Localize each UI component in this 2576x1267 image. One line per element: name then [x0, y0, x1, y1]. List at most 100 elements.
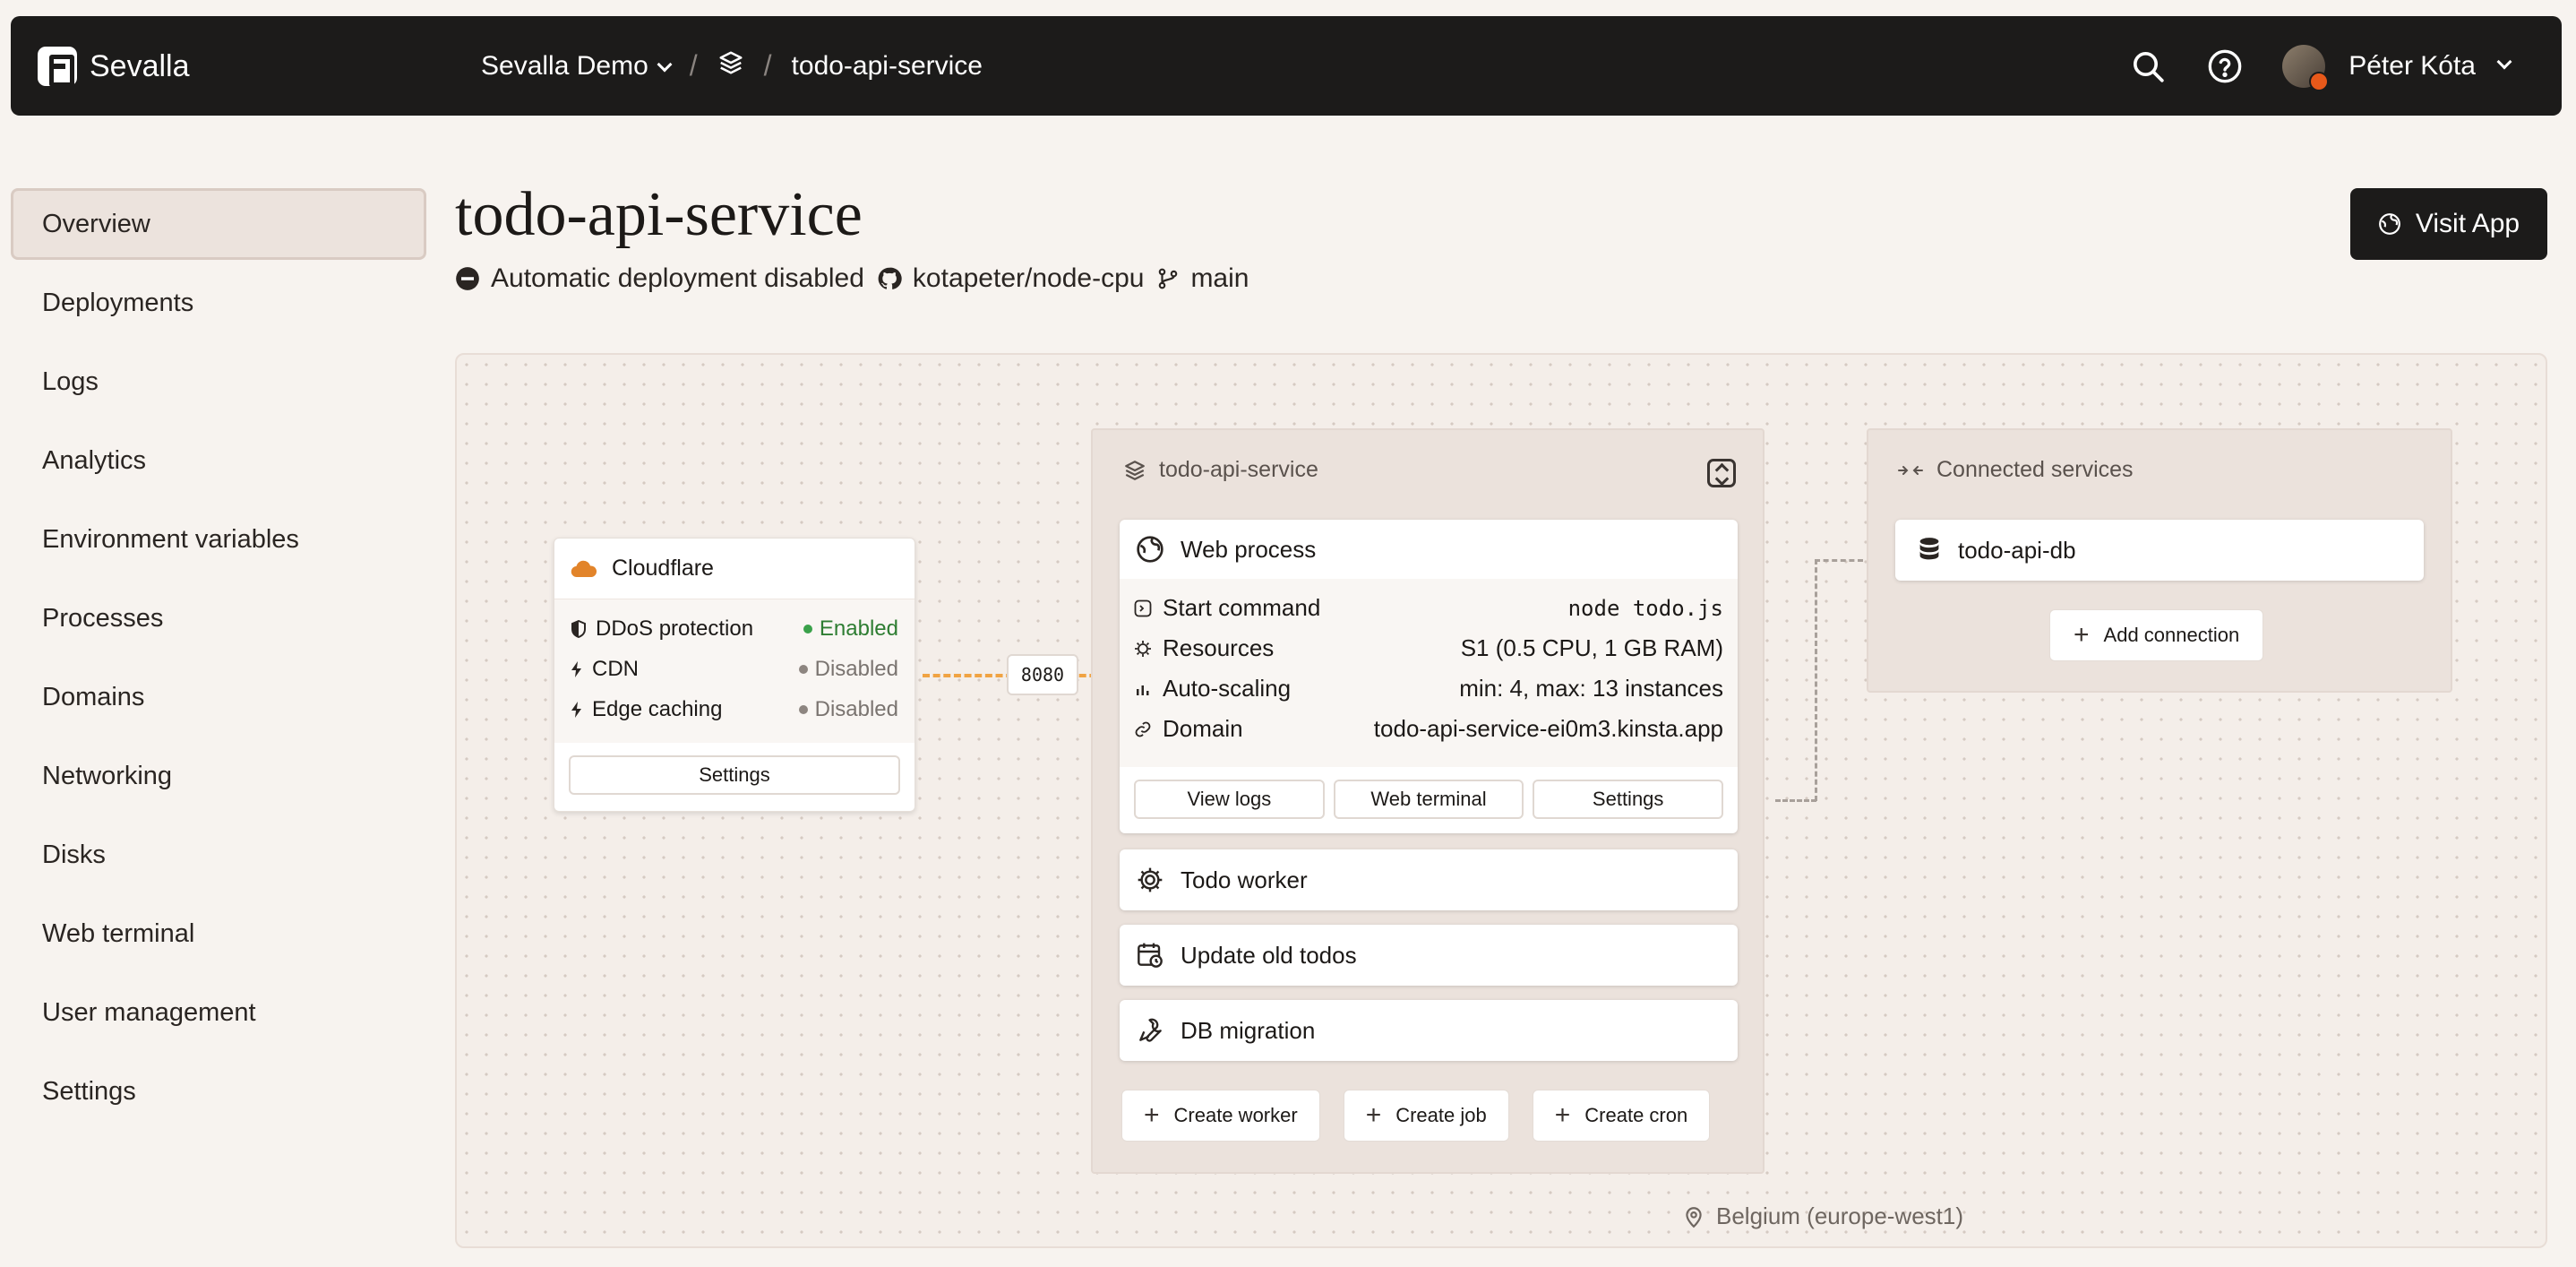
sidebar-item-settings[interactable]: Settings	[11, 1056, 426, 1127]
plus-icon: +	[1554, 1100, 1571, 1130]
status-badge: Disabled	[798, 657, 898, 682]
sidebar-item-logs[interactable]: Logs	[11, 346, 426, 418]
auto-scaling-value: min: 4, max: 13 instances	[1459, 675, 1723, 702]
calendar-clock-icon	[1138, 943, 1163, 968]
cdn-row: CDN Disabled	[571, 649, 898, 689]
sidebar-item-web-terminal[interactable]: Web terminal	[11, 898, 426, 970]
connected-services-title: Connected services	[1936, 457, 2134, 482]
create-cron-button[interactable]: + Create cron	[1532, 1090, 1711, 1142]
plus-icon: +	[2074, 620, 2090, 650]
bar-chart-icon	[1137, 685, 1149, 695]
deploy-status: Automatic deployment disabled	[455, 263, 864, 294]
web-process-card[interactable]: Web process Start command node todo.js R…	[1120, 520, 1738, 833]
sidebar: Overview Deployments Logs Analytics Envi…	[11, 188, 426, 1134]
breadcrumb-separator: /	[689, 49, 698, 82]
resources-label: Resources	[1163, 634, 1275, 661]
create-worker-button[interactable]: + Create worker	[1121, 1090, 1320, 1142]
disabled-icon	[456, 267, 479, 290]
expand-collapse-icon[interactable]	[1707, 459, 1736, 487]
database-card[interactable]: todo-api-db	[1895, 520, 2424, 581]
status-badge: Disabled	[798, 697, 898, 722]
plus-icon: +	[1365, 1100, 1382, 1130]
sevalla-logo-icon	[38, 47, 77, 87]
branch: main	[1156, 263, 1249, 294]
shield-icon	[571, 619, 586, 638]
resources-value: S1 (0.5 CPU, 1 GB RAM)	[1460, 634, 1723, 661]
sidebar-item-domains[interactable]: Domains	[11, 661, 426, 733]
database-icon	[1919, 538, 1939, 560]
repo-name: kotapeter/node-cpu	[912, 263, 1145, 293]
start-command-label: Start command	[1163, 594, 1321, 621]
globe-icon	[2378, 213, 2400, 235]
sidebar-item-processes[interactable]: Processes	[11, 582, 426, 654]
sidebar-item-overview[interactable]: Overview	[11, 188, 426, 260]
globe-icon	[1137, 536, 1163, 563]
link-icon	[1135, 721, 1151, 737]
brand-name: Sevalla	[90, 48, 190, 83]
view-logs-button[interactable]: View logs	[1134, 780, 1325, 819]
add-connection-button[interactable]: + Add connection	[2049, 609, 2264, 661]
auto-scaling-label: Auto-scaling	[1163, 675, 1292, 702]
process-label: Update old todos	[1181, 941, 1357, 969]
start-command-value: node todo.js	[1567, 595, 1723, 621]
location-pin-icon	[1686, 1206, 1702, 1228]
company-name: Sevalla Demo	[481, 50, 648, 81]
web-settings-button[interactable]: Settings	[1533, 780, 1724, 819]
gear-icon	[1138, 867, 1163, 892]
create-job-button[interactable]: + Create job	[1343, 1090, 1509, 1142]
sidebar-item-networking[interactable]: Networking	[11, 740, 426, 812]
search-icon[interactable]	[2128, 47, 2168, 86]
process-todo-worker[interactable]: Todo worker	[1120, 849, 1738, 910]
domain-value[interactable]: todo-api-service-ei0m3.kinsta.app	[1374, 715, 1723, 743]
plus-icon: +	[1144, 1100, 1160, 1130]
user-menu[interactable]: Péter Kóta	[2282, 44, 2512, 91]
port-badge: 8080	[1007, 654, 1078, 695]
sidebar-item-deployments[interactable]: Deployments	[11, 267, 426, 339]
brand-logo[interactable]: Sevalla	[38, 47, 190, 87]
company-switcher[interactable]: Sevalla Demo	[481, 50, 673, 82]
sidebar-item-environment-variables[interactable]: Environment variables	[11, 504, 426, 575]
status-badge: Enabled	[803, 616, 898, 642]
branch-name: main	[1190, 263, 1249, 293]
applications-icon[interactable]	[717, 49, 744, 83]
connection-line	[1815, 559, 1817, 801]
breadcrumb-app[interactable]: todo-api-service	[792, 51, 983, 82]
web-process-title: Web process	[1181, 535, 1317, 563]
page-title: todo-api-service	[455, 180, 863, 249]
ddos-label: DDoS protection	[596, 616, 754, 641]
cloudflare-title: Cloudflare	[612, 556, 714, 581]
visit-app-button[interactable]: Visit App	[2350, 188, 2547, 260]
github-icon	[878, 267, 902, 289]
auto-scaling-row: Auto-scaling min: 4, max: 13 instances	[1134, 668, 1723, 709]
sidebar-item-analytics[interactable]: Analytics	[11, 425, 426, 496]
connected-services-panel: Connected services todo-api-db + Add conn…	[1867, 428, 2452, 693]
edge-caching-label: Edge caching	[592, 696, 723, 721]
bolt-icon	[571, 660, 581, 677]
sidebar-item-disks[interactable]: Disks	[11, 819, 426, 891]
region-text: Belgium (europe-west1)	[1716, 1202, 1964, 1229]
help-icon[interactable]	[2205, 47, 2245, 86]
service-title: todo-api-service	[1159, 457, 1318, 482]
terminal-icon	[1134, 599, 1152, 616]
app-meta: Automatic deployment disabled kotapeter/…	[455, 263, 1249, 294]
service-panel: todo-api-service Web process Start comma…	[1091, 428, 1765, 1174]
region-label: Belgium (europe-west1)	[1682, 1202, 1963, 1230]
web-terminal-button[interactable]: Web terminal	[1333, 780, 1524, 819]
domain-label: Domain	[1163, 715, 1243, 742]
cloudflare-settings-button[interactable]: Settings	[569, 755, 900, 795]
cloudflare-card[interactable]: Cloudflare DDoS protection Enabled CDN D…	[554, 538, 915, 812]
chevron-down-icon	[2496, 54, 2512, 69]
branch-icon	[1159, 268, 1178, 289]
bolt-icon	[571, 701, 581, 718]
connection-line	[1775, 799, 1816, 802]
domain-row: Domain todo-api-service-ei0m3.kinsta.app	[1134, 709, 1723, 749]
merge-arrows-icon	[1898, 465, 1923, 475]
process-db-migration[interactable]: DB migration	[1120, 1000, 1738, 1061]
deploy-status-text: Automatic deployment disabled	[491, 263, 864, 293]
sidebar-item-user-management[interactable]: User management	[11, 977, 426, 1048]
cdn-label: CDN	[592, 656, 639, 681]
process-update-old-todos[interactable]: Update old todos	[1120, 925, 1738, 986]
cloud-icon	[571, 560, 597, 577]
breadcrumb-separator: /	[763, 49, 772, 82]
repo-link[interactable]: kotapeter/node-cpu	[877, 263, 1145, 294]
